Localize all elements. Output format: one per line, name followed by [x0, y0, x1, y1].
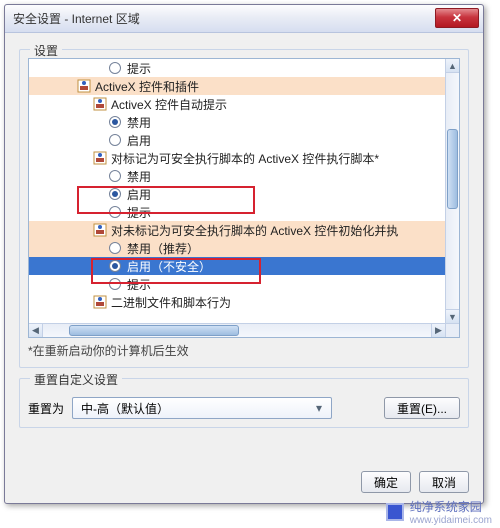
activex-icon [93, 223, 107, 237]
section-binary-behavior[interactable]: 二进制文件和脚本行为 [29, 293, 445, 311]
watermark-logo-icon [386, 503, 404, 521]
scrollbar-corner [445, 323, 459, 337]
settings-group-label: 设置 [30, 42, 62, 59]
button-label: 取消 [432, 474, 456, 491]
section-activex-controls[interactable]: ActiveX 控件和插件 [29, 77, 445, 95]
section-safe-scripting[interactable]: 对标记为可安全执行脚本的 ActiveX 控件执行脚本* [29, 149, 445, 167]
vertical-scrollbar[interactable]: ▲ ▼ [445, 59, 459, 323]
option-label: 启用 [127, 132, 151, 149]
activex-icon [93, 151, 107, 165]
option-enable[interactable]: 启用 [29, 185, 445, 203]
reset-group: 重置自定义设置 重置为 中-高（默认值） ▾ 重置(E)... [19, 378, 469, 428]
scroll-up-icon[interactable]: ▲ [446, 59, 459, 73]
option-disable[interactable]: 禁用 [29, 113, 445, 131]
reset-label: 重置为 [28, 400, 64, 417]
settings-tree: 提示 ActiveX 控件和插件 ActiveX 控件自动提示 [28, 58, 460, 338]
button-label: 确定 [374, 474, 398, 491]
radio-icon [109, 278, 121, 290]
option-label: 启用（不安全） [127, 258, 211, 275]
scroll-thumb[interactable] [447, 129, 458, 209]
section-label: ActiveX 控件自动提示 [111, 96, 227, 113]
section-label: 二进制文件和脚本行为 [111, 294, 231, 311]
security-settings-dialog: 安全设置 - Internet 区域 ✕ 设置 提示 ActiveX [4, 4, 484, 504]
option-enable[interactable]: 启用 [29, 131, 445, 149]
radio-icon [109, 62, 121, 74]
close-icon: ✕ [452, 11, 462, 25]
button-label: 重置(E)... [397, 400, 447, 417]
radio-icon [109, 134, 121, 146]
option-prompt[interactable]: 提示 [29, 275, 445, 293]
option-disable[interactable]: 禁用 [29, 167, 445, 185]
activex-icon [77, 79, 91, 93]
titlebar: 安全设置 - Internet 区域 ✕ [5, 5, 483, 33]
option-label: 提示 [127, 276, 151, 293]
dialog-footer: 确定 取消 [361, 471, 469, 493]
reset-group-label: 重置自定义设置 [30, 371, 122, 388]
radio-icon [109, 170, 121, 182]
reset-button[interactable]: 重置(E)... [384, 397, 460, 419]
option-prompt[interactable]: 提示 [29, 59, 445, 77]
restart-note: *在重新启动你的计算机后生效 [28, 342, 460, 359]
watermark-name: 纯净系统家园 [410, 500, 482, 514]
scroll-right-icon[interactable]: ▶ [431, 324, 445, 337]
scroll-left-icon[interactable]: ◀ [29, 324, 43, 337]
settings-group: 设置 提示 ActiveX 控件和插件 [19, 49, 469, 368]
section-label: 对标记为可安全执行脚本的 ActiveX 控件执行脚本* [111, 150, 379, 167]
radio-icon [109, 260, 121, 272]
ok-button[interactable]: 确定 [361, 471, 411, 493]
horizontal-scrollbar[interactable]: ◀ ▶ [29, 323, 445, 337]
reset-level-combobox[interactable]: 中-高（默认值） ▾ [72, 397, 332, 419]
radio-icon [109, 188, 121, 200]
window-title: 安全设置 - Internet 区域 [13, 10, 435, 27]
cancel-button[interactable]: 取消 [419, 471, 469, 493]
section-unsafe-scripting[interactable]: 对未标记为可安全执行脚本的 ActiveX 控件初始化并执 [29, 221, 445, 239]
option-enable-unsafe[interactable]: 启用（不安全） [29, 257, 445, 275]
hscroll-thumb[interactable] [69, 325, 239, 336]
watermark: 纯净系统家园 www.yidaimei.com [386, 498, 492, 526]
option-label: 提示 [127, 60, 151, 77]
radio-icon [109, 242, 121, 254]
option-label: 提示 [127, 204, 151, 221]
close-button[interactable]: ✕ [435, 8, 479, 28]
combo-value: 中-高（默认值） [81, 400, 169, 417]
option-label: 禁用 [127, 114, 151, 131]
watermark-url: www.yidaimei.com [410, 515, 492, 526]
activex-icon [93, 97, 107, 111]
option-label: 禁用（推荐） [127, 240, 199, 257]
section-auto-prompt[interactable]: ActiveX 控件自动提示 [29, 95, 445, 113]
section-label: ActiveX 控件和插件 [95, 78, 199, 95]
option-label: 启用 [127, 186, 151, 203]
activex-icon [93, 295, 107, 309]
option-label: 禁用 [127, 168, 151, 185]
radio-icon [109, 116, 121, 128]
section-label: 对未标记为可安全执行脚本的 ActiveX 控件初始化并执 [111, 222, 398, 239]
chevron-down-icon: ▾ [311, 401, 327, 415]
radio-icon [109, 206, 121, 218]
option-prompt[interactable]: 提示 [29, 203, 445, 221]
option-disable-recommended[interactable]: 禁用（推荐） [29, 239, 445, 257]
scroll-down-icon[interactable]: ▼ [446, 309, 459, 323]
